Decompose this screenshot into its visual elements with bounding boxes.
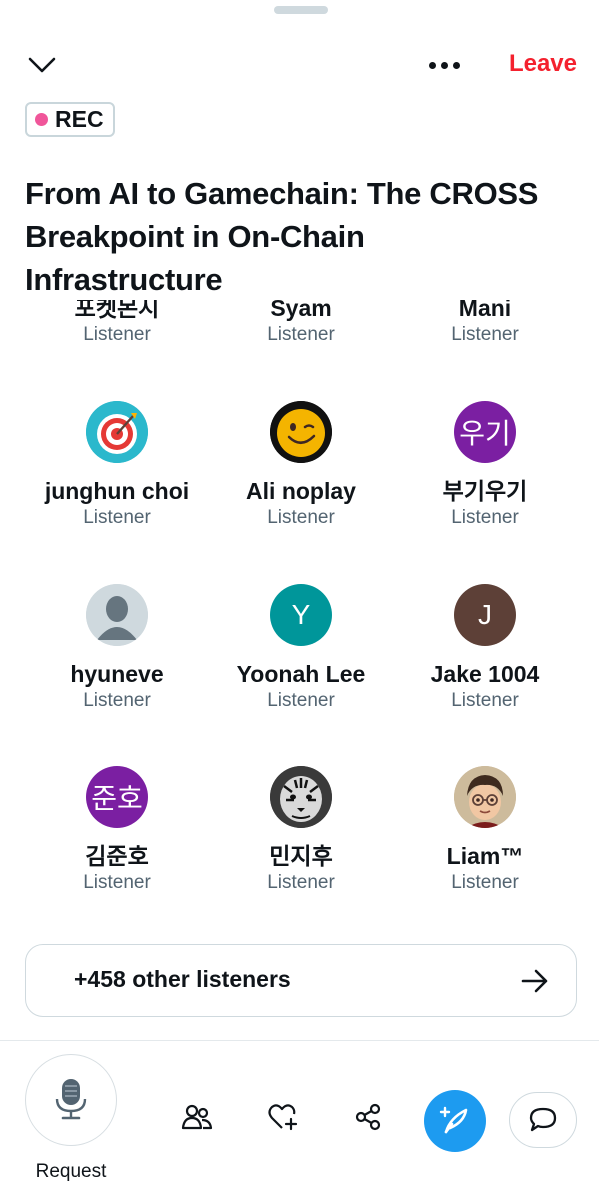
tiger-photo-icon (270, 766, 332, 828)
avatar: Y (270, 584, 332, 646)
other-listeners-button[interactable]: +458 other listeners (25, 944, 577, 1017)
space-title: From AI to Gamechain: The CROSS Breakpoi… (25, 176, 539, 297)
arrow-right-icon (520, 968, 550, 994)
divider (0, 1040, 599, 1041)
listener-item[interactable]: 우기 부기우기 Listener (393, 401, 577, 530)
avatar: 준호 (86, 766, 148, 828)
recording-badge: REC (25, 102, 115, 137)
listener-item[interactable]: hyuneve Listener (25, 584, 209, 713)
listener-item[interactable]: Mani Listener (393, 300, 577, 347)
listener-item[interactable]: Liam™ Listener (393, 766, 577, 895)
sheet-grabber[interactable] (274, 6, 328, 14)
request-label: Request (35, 1161, 107, 1182)
listener-item[interactable]: 준호 김준호 Listener (25, 766, 209, 895)
chat-button[interactable] (509, 1092, 577, 1148)
default-user-icon (86, 584, 148, 646)
top-bar: Leave (0, 40, 599, 92)
compose-button[interactable] (424, 1090, 486, 1152)
recording-label: REC (55, 106, 104, 132)
compose-quill-icon (439, 1106, 468, 1134)
people-icon[interactable] (180, 1100, 214, 1134)
listener-grid[interactable]: 포켓몬시 Listener Syam Listener Mani Listene… (0, 300, 599, 930)
avatar: J (454, 584, 516, 646)
leave-button[interactable]: Leave (509, 50, 577, 78)
listener-item[interactable]: J Jake 1004 Listener (393, 584, 577, 713)
other-listeners-label: +458 other listeners (74, 966, 291, 992)
recording-dot-icon (35, 113, 48, 126)
microphone-icon (55, 1079, 87, 1120)
request-mic-button[interactable] (25, 1054, 117, 1146)
chat-bubble-icon (529, 1107, 557, 1132)
more-options-icon[interactable] (420, 52, 468, 78)
listener-item[interactable]: Y Yoonah Lee Listener (209, 584, 393, 713)
listener-item[interactable]: Syam Listener (209, 300, 393, 347)
heart-plus-icon[interactable] (266, 1100, 300, 1134)
target-icon (86, 401, 148, 463)
chevron-down-icon[interactable] (26, 52, 58, 78)
listener-item[interactable]: 포켓몬시 Listener (25, 300, 209, 347)
listener-item[interactable]: 민지후 Listener (209, 766, 393, 895)
share-icon[interactable] (351, 1100, 385, 1134)
listener-item[interactable]: Ali noplay Listener (209, 401, 393, 530)
cartoon-boy-photo-icon (454, 766, 516, 828)
avatar: 우기 (454, 401, 516, 463)
winking-smiley-icon (270, 401, 332, 463)
listener-item[interactable]: junghun choi Listener (25, 401, 209, 530)
